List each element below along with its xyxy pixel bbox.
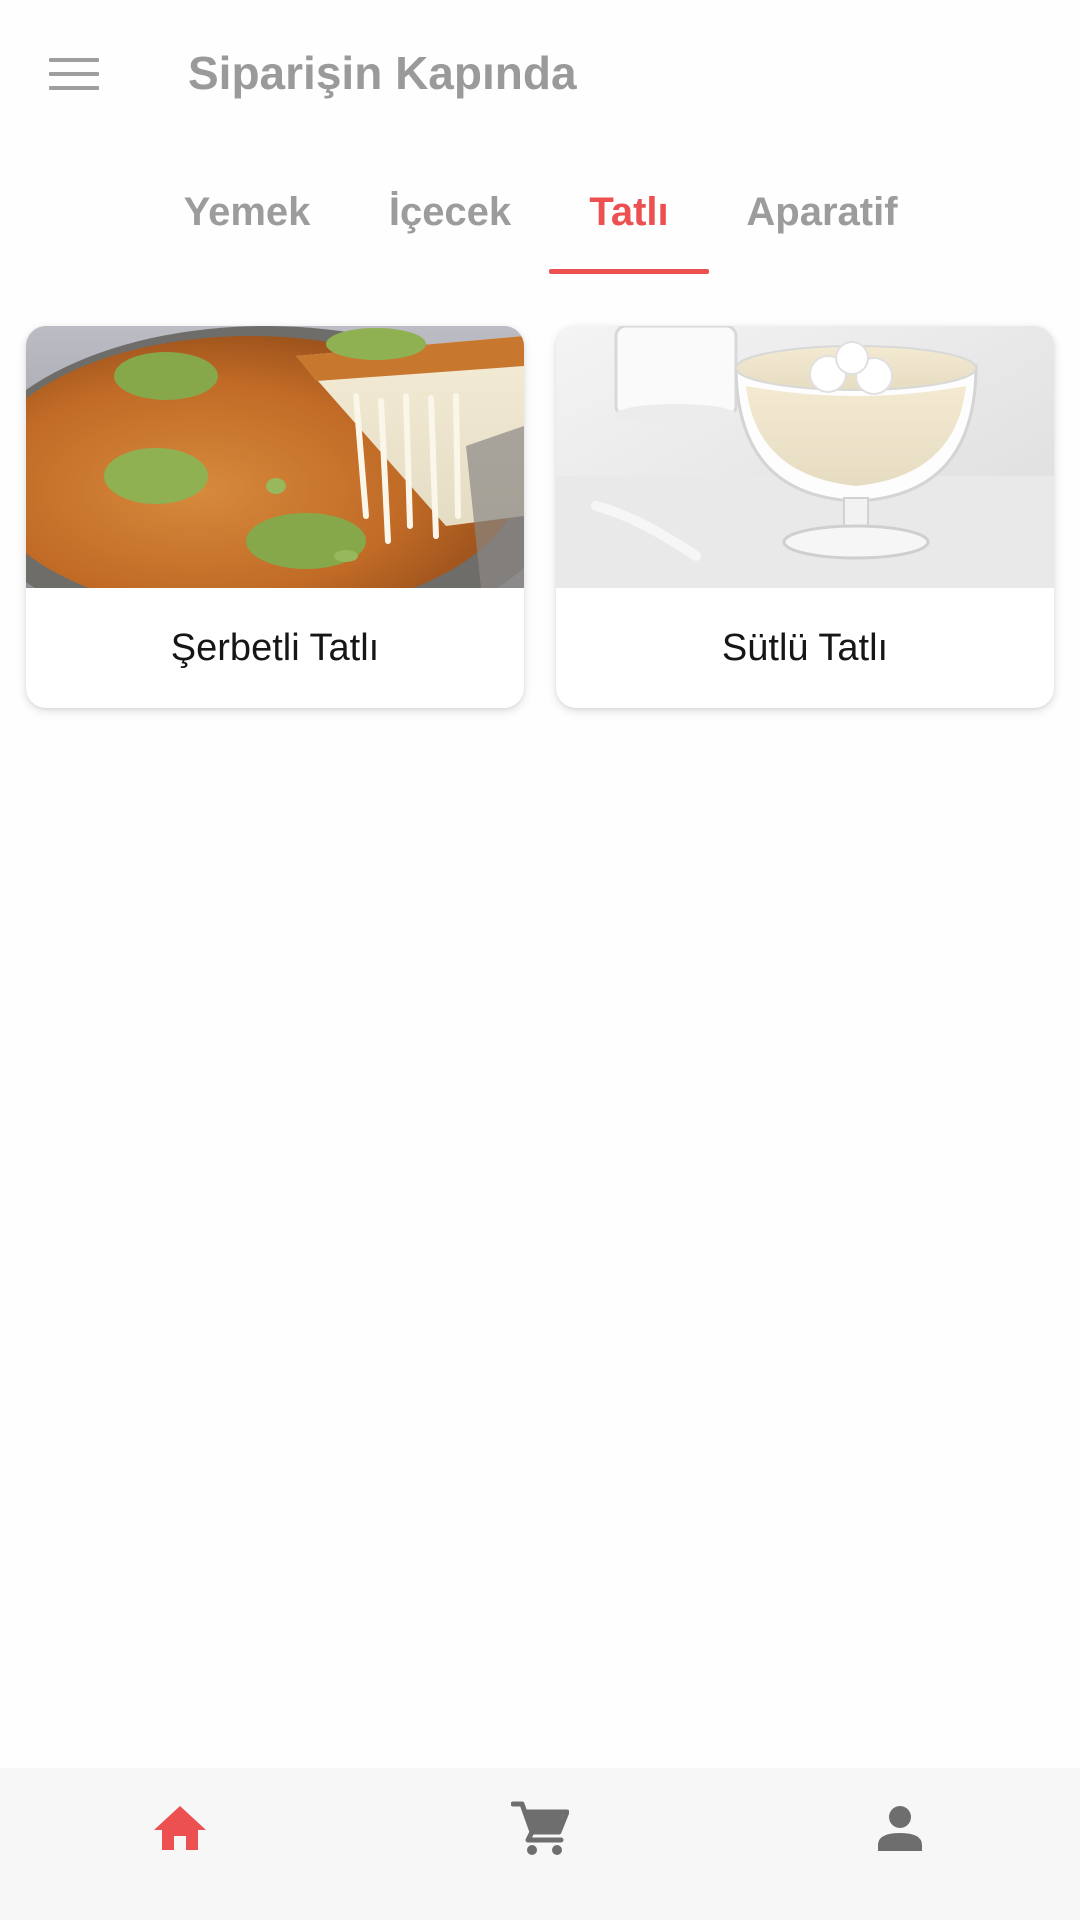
app-screen: Siparişin Kapında Yemek İçecek Tatlı Apa… (0, 0, 1080, 1920)
tab-label: İçecek (388, 189, 512, 234)
kunefe-dessert-photo (26, 326, 524, 588)
menu-button[interactable] (34, 44, 114, 104)
category-card-serbetli-tatli[interactable]: Şerbetli Tatlı (26, 326, 524, 708)
active-tab-indicator (549, 269, 709, 274)
category-card-label: Şerbetli Tatlı (170, 626, 380, 669)
nav-cart[interactable] (450, 1768, 630, 1888)
cart-icon (511, 1801, 569, 1855)
tab-label: Tatlı (589, 189, 669, 234)
category-card-label: Sütlü Tatlı (721, 626, 889, 669)
tab-label: Aparatif (746, 189, 898, 234)
category-tabs: Yemek İçecek Tatlı Aparatif (0, 150, 1080, 274)
menu-icon (49, 58, 99, 90)
tab-label: Yemek (183, 189, 311, 234)
tab-aparatif[interactable]: Aparatif (740, 150, 904, 274)
tab-tatli[interactable]: Tatlı (549, 150, 709, 274)
page-title: Siparişin Kapında (188, 47, 577, 99)
tab-icecek[interactable]: İçecek (370, 150, 530, 274)
category-card-sutlu-tatli[interactable]: Sütlü Tatlı (556, 326, 1054, 708)
bottom-navigation (0, 1768, 1080, 1920)
milk-pudding-photo (556, 326, 1054, 588)
tab-yemek[interactable]: Yemek (168, 150, 326, 274)
nav-profile[interactable] (810, 1768, 990, 1888)
home-icon (154, 1806, 206, 1850)
app-bar: Siparişin Kapında (0, 0, 1080, 150)
person-icon (878, 1806, 922, 1851)
nav-home[interactable] (90, 1768, 270, 1888)
